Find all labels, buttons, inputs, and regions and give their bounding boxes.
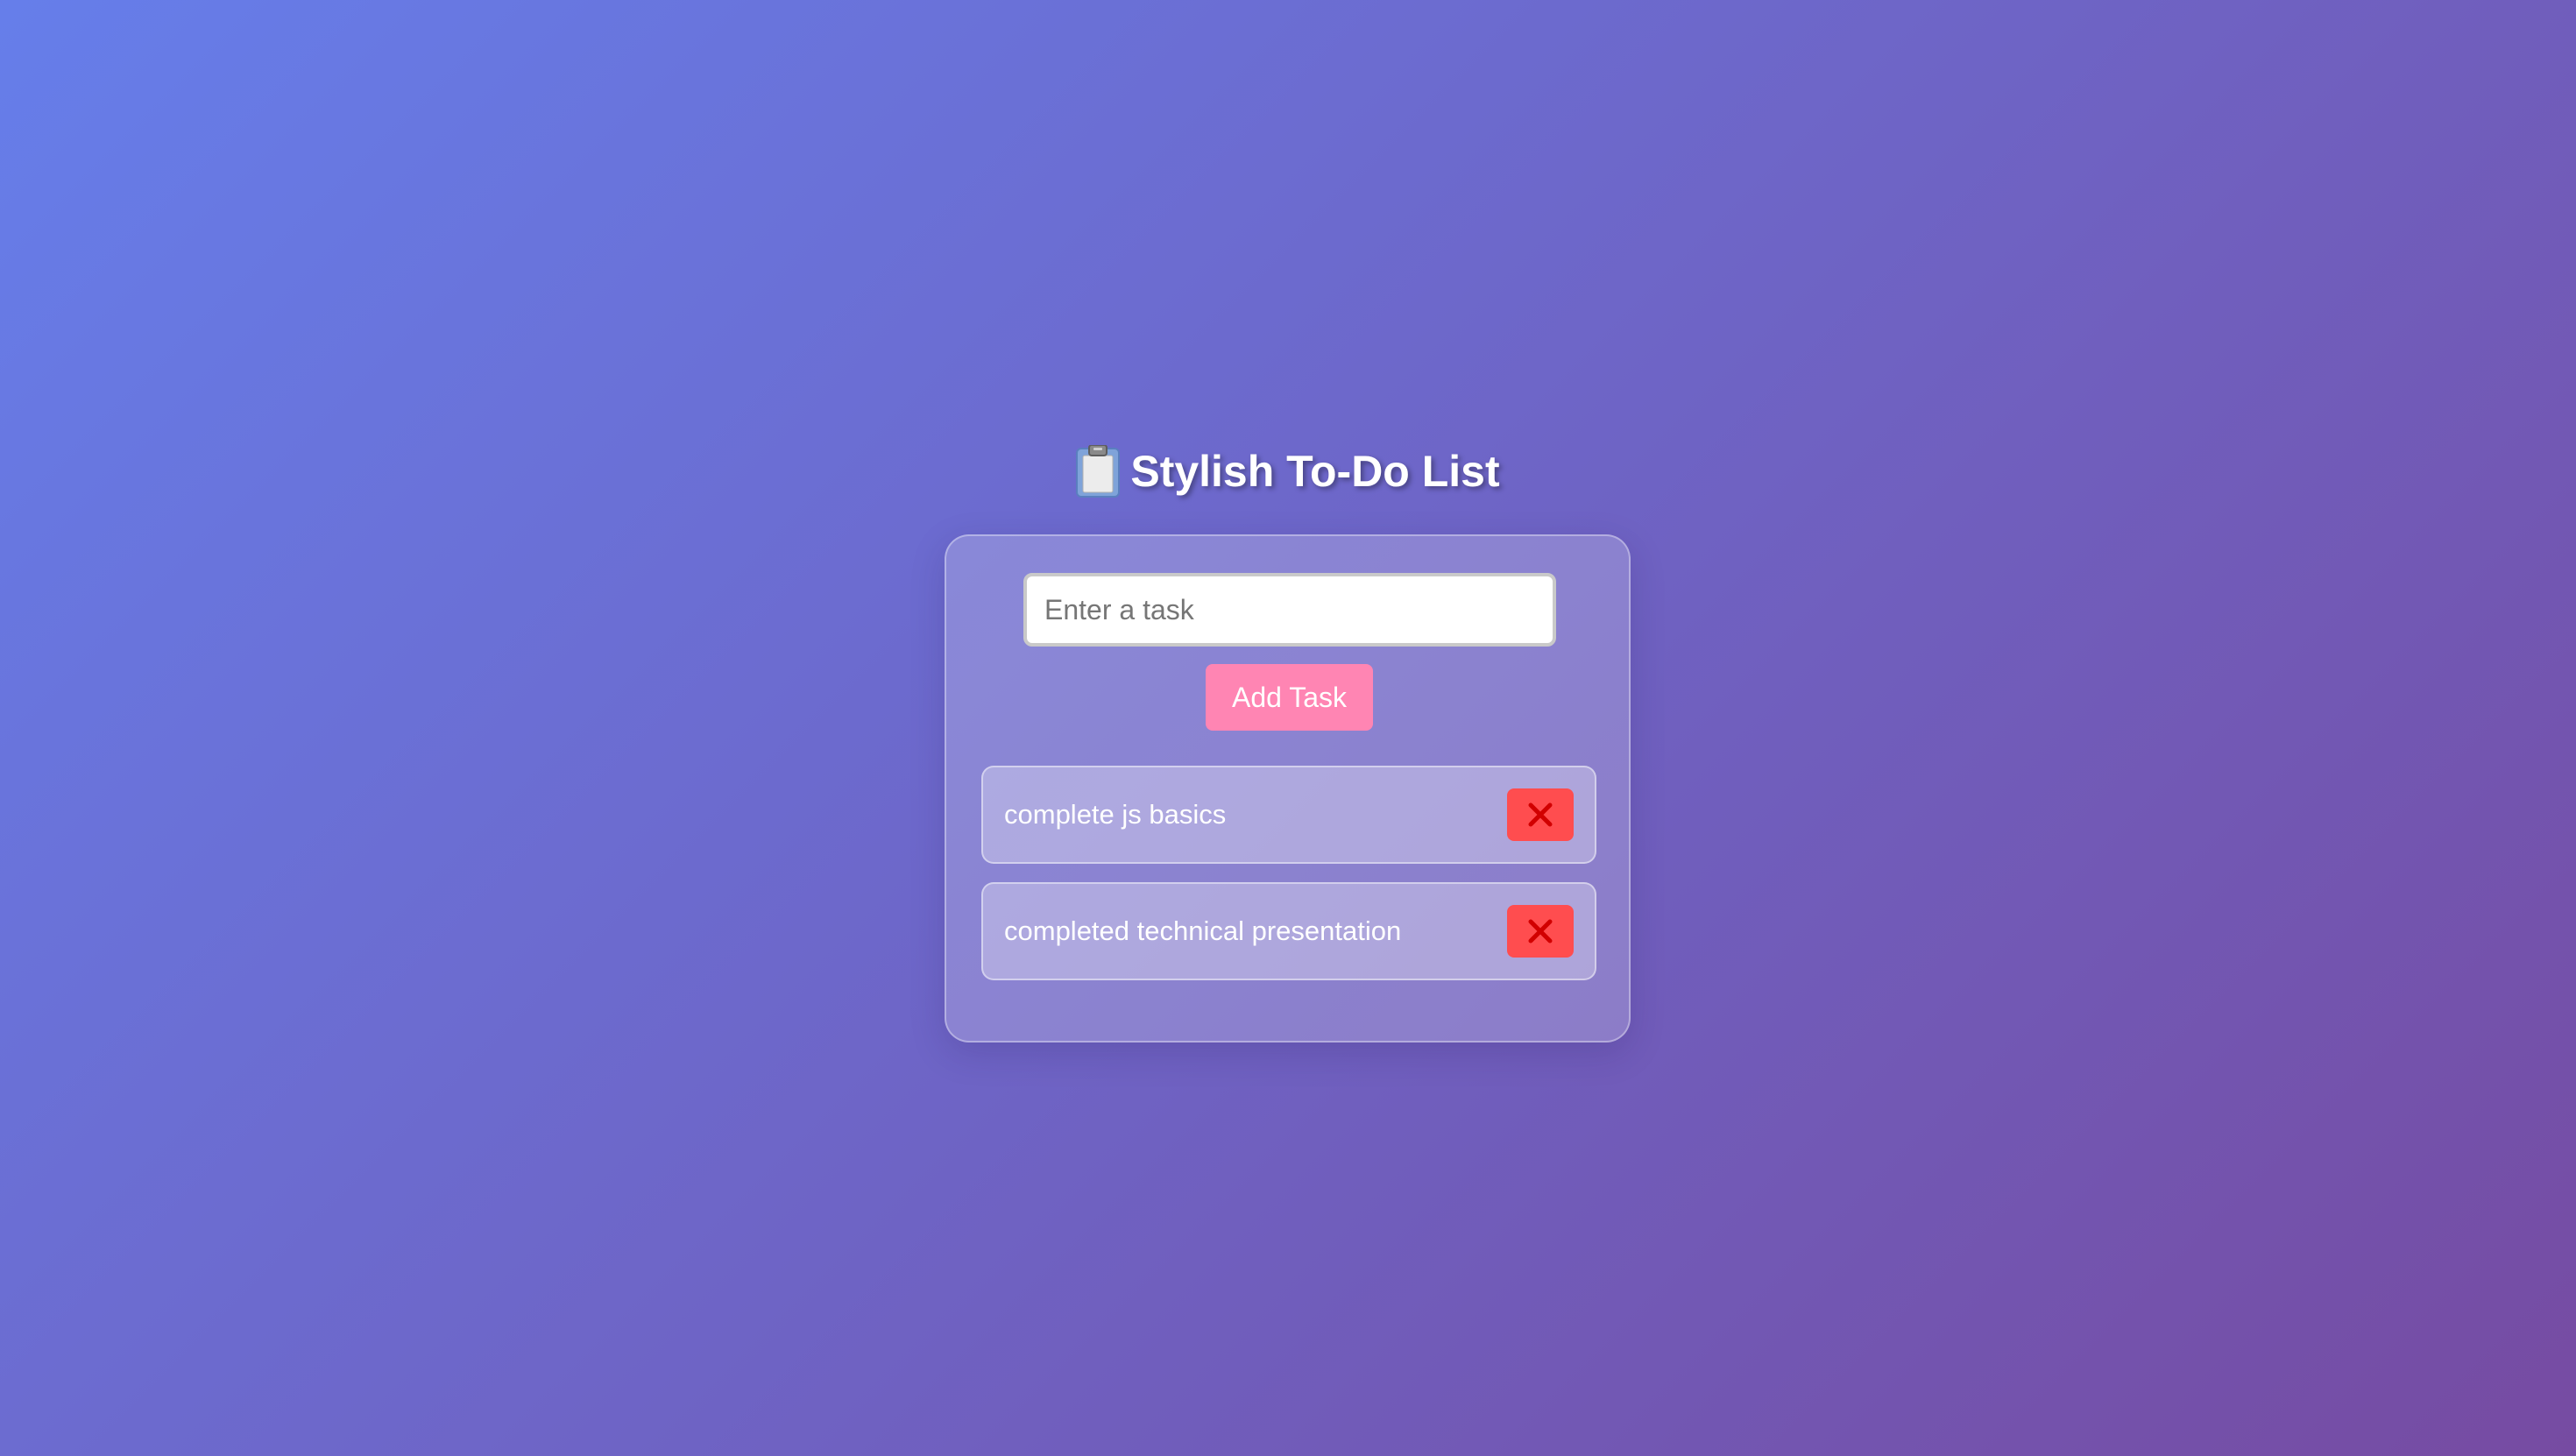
add-task-button[interactable]: Add Task [1206, 664, 1373, 731]
task-list: complete js basics completed technical p… [981, 766, 1596, 999]
page-header: Stylish To-Do List [0, 436, 2576, 506]
todo-card: Add Task complete js basics completed te… [945, 534, 1631, 1043]
close-icon [1527, 802, 1553, 828]
close-icon [1527, 918, 1553, 944]
delete-task-button[interactable] [1507, 905, 1574, 958]
task-input[interactable] [1023, 573, 1556, 647]
task-item: completed technical presentation [981, 882, 1596, 980]
task-text: complete js basics [1004, 799, 1227, 830]
page-title: Stylish To-Do List [1130, 447, 1500, 496]
task-item: complete js basics [981, 766, 1596, 864]
clipboard-icon [1076, 445, 1121, 498]
task-text: completed technical presentation [1004, 915, 1402, 946]
delete-task-button[interactable] [1507, 788, 1574, 841]
